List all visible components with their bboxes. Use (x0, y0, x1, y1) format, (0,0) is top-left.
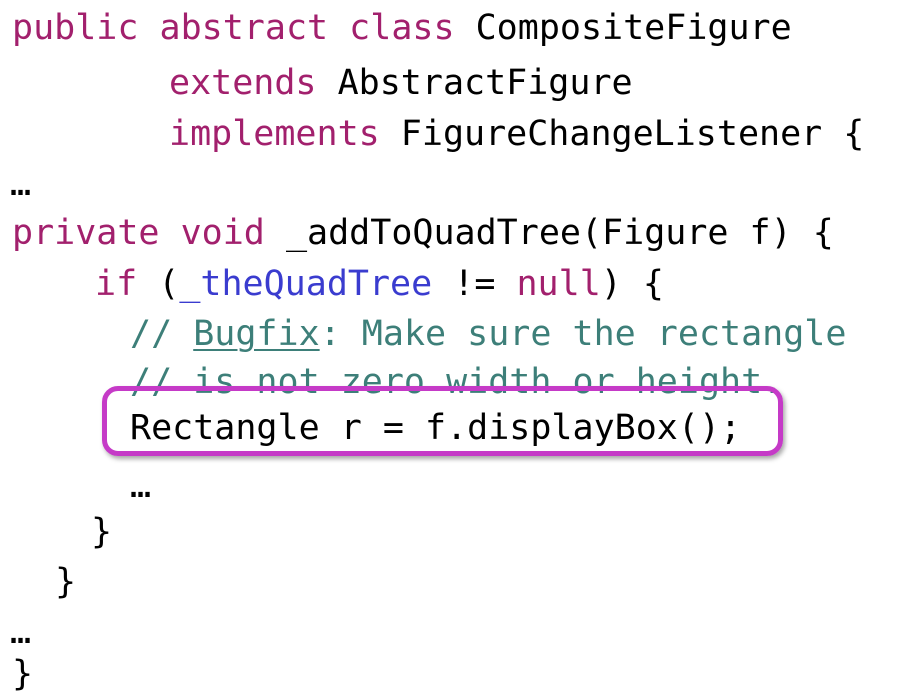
field-quadtree: _theQuadTree (179, 264, 433, 304)
code-line-extends: extends AbstractFigure (169, 61, 633, 106)
operator-not-equal: != (432, 264, 517, 304)
code-line-rectangle-assignment: Rectangle r = f.displayBox(); (130, 406, 742, 451)
keyword-class: class (349, 8, 455, 48)
ellipsis: … (10, 612, 31, 652)
code-line-close-method: } (55, 560, 76, 605)
paren-close-brace: ) { (600, 264, 664, 304)
code-line-close-if: } (91, 510, 112, 555)
keyword-extends: extends (169, 63, 317, 103)
code-line-method-signature: private void _addToQuadTree(Figure f) { (12, 211, 834, 256)
code-line-implements: implements FigureChangeListener { (169, 112, 864, 157)
interface-name: FigureChangeListener { (400, 114, 865, 154)
method-signature: _addToQuadTree(Figure f) { (285, 213, 834, 253)
keyword-null: null (516, 264, 601, 304)
code-line-class-declaration: public abstract class CompositeFigure (12, 6, 792, 51)
keyword-implements: implements (169, 114, 380, 154)
keyword-public: public (12, 8, 139, 48)
comment-text: : Make sure the rectangle (319, 314, 847, 354)
highlighted-statement: Rectangle r = f.displayBox(); (130, 408, 742, 448)
code-line-comment-1: // Bugfix: Make sure the rectangle (130, 312, 846, 357)
code-line-ellipsis-1: … (10, 162, 31, 207)
comment-slashes: // (130, 314, 194, 354)
code-line-ellipsis-2: … (130, 464, 151, 509)
keyword-abstract: abstract (159, 8, 329, 48)
code-listing: public abstract class CompositeFigure ex… (0, 0, 911, 695)
comment-bugfix: Bugfix (193, 314, 320, 354)
ellipsis: … (130, 466, 151, 506)
closing-brace: } (55, 562, 77, 602)
superclass-name: AbstractFigure (337, 63, 633, 103)
code-line-ellipsis-3: … (10, 610, 31, 655)
keyword-void: void (180, 213, 265, 253)
code-line-if-statement: if (_theQuadTree != null) { (95, 262, 664, 307)
paren-open: ( (158, 264, 180, 304)
keyword-private: private (12, 213, 160, 253)
closing-brace: } (12, 654, 34, 694)
class-name: CompositeFigure (475, 8, 792, 48)
keyword-if: if (95, 264, 138, 304)
ellipsis: … (10, 164, 31, 204)
code-line-close-class: } (12, 652, 33, 697)
closing-brace: } (91, 512, 113, 552)
